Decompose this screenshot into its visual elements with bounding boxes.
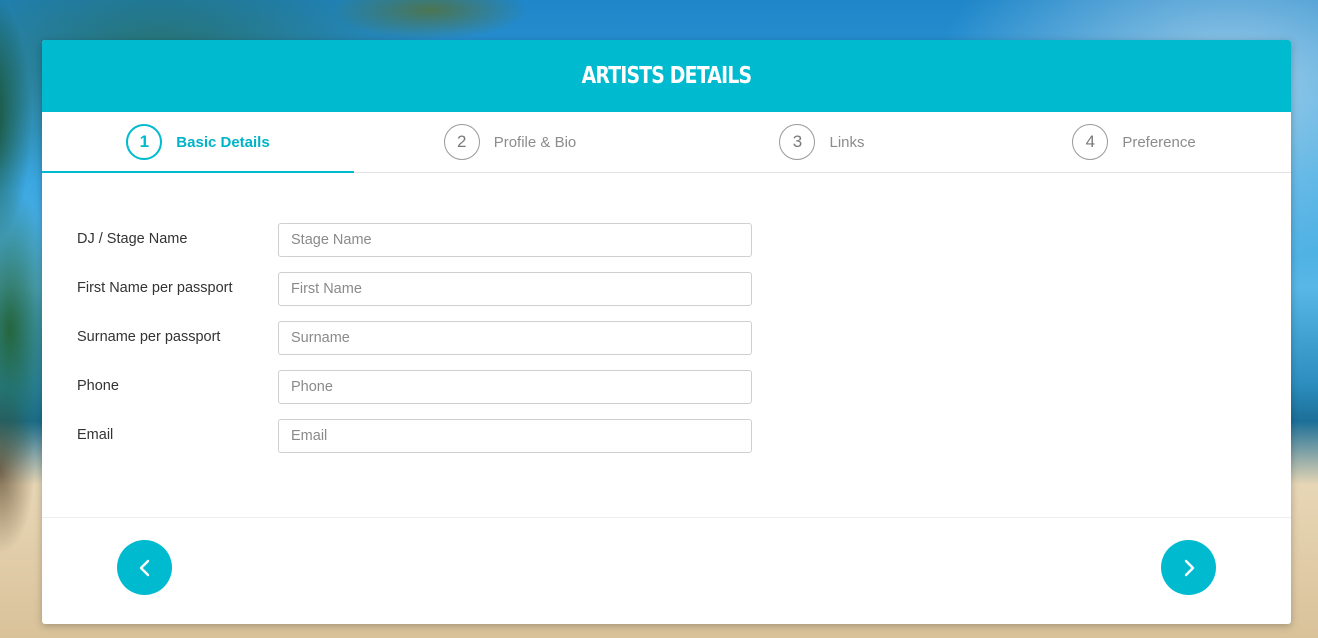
- stage-name-input[interactable]: [278, 223, 752, 257]
- email-label: Email: [77, 427, 114, 443]
- step-number: 2: [443, 124, 480, 160]
- card-header: ARTISTS DETAILS: [42, 40, 1291, 112]
- wizard-steps: 1 Basic Details 2 Profile & Bio 3 Links …: [42, 112, 1291, 173]
- step-number: 1: [126, 124, 163, 160]
- step-label: Links: [829, 133, 865, 151]
- chevron-right-icon: [1184, 559, 1194, 576]
- step-label: Profile & Bio: [493, 133, 577, 151]
- step-number: 3: [779, 124, 816, 160]
- surname-input[interactable]: [278, 321, 752, 355]
- page-title: ARTISTS DETAILS: [581, 63, 752, 89]
- previous-button[interactable]: [117, 540, 172, 595]
- form-row-email: Email: [77, 419, 1291, 468]
- basic-details-form: DJ / Stage Name First Name per passport …: [42, 173, 1291, 468]
- form-row-stage-name: DJ / Stage Name: [77, 223, 1291, 272]
- step-basic-details[interactable]: 1 Basic Details: [42, 112, 354, 173]
- stage-name-label: DJ / Stage Name: [77, 231, 188, 247]
- first-name-label: First Name per passport: [77, 280, 233, 296]
- email-input[interactable]: [278, 419, 752, 453]
- wizard-footer: [42, 517, 1291, 624]
- surname-label: Surname per passport: [77, 329, 221, 345]
- next-button[interactable]: [1161, 540, 1216, 595]
- form-row-first-name: First Name per passport: [77, 272, 1291, 321]
- step-links[interactable]: 3 Links: [666, 112, 978, 172]
- step-label: Preference: [1122, 133, 1196, 151]
- phone-label: Phone: [77, 378, 119, 394]
- step-profile-bio[interactable]: 2 Profile & Bio: [354, 112, 666, 172]
- step-number: 4: [1072, 124, 1109, 160]
- chevron-left-icon: [139, 559, 149, 576]
- step-label: Basic Details: [176, 133, 270, 151]
- form-row-phone: Phone: [77, 370, 1291, 419]
- artist-details-card: ARTISTS DETAILS 1 Basic Details 2 Profil…: [42, 40, 1291, 624]
- first-name-input[interactable]: [278, 272, 752, 306]
- phone-input[interactable]: [278, 370, 752, 404]
- form-row-surname: Surname per passport: [77, 321, 1291, 370]
- step-preference[interactable]: 4 Preference: [978, 112, 1290, 172]
